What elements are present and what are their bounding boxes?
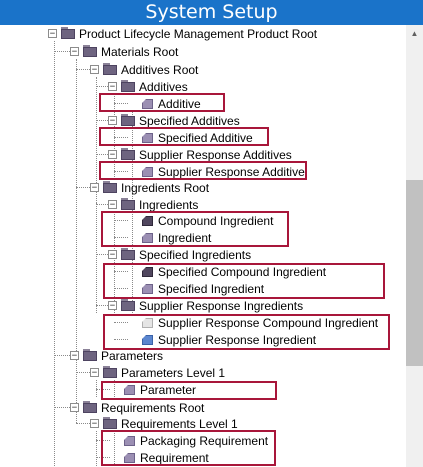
collapse-toggle-icon[interactable]: − [90, 183, 99, 193]
scroll-up-arrow-icon[interactable]: ▲ [406, 25, 423, 42]
tree-folder-node[interactable]: − Requirements Root [70, 399, 204, 416]
tree-node-label: Supplier Response Ingredients [139, 298, 304, 313]
tree-node-label: Requirements Root [101, 400, 205, 415]
tree-branch-line [76, 372, 90, 373]
scrollbar-thumb[interactable] [406, 180, 423, 366]
tree-folder-node[interactable]: − Specified Ingredients [108, 246, 251, 263]
folder-icon [121, 198, 136, 211]
collapse-toggle-icon[interactable]: − [90, 419, 99, 429]
tree-node-label: Ingredients Root [121, 180, 210, 195]
tree-branch-line [76, 187, 90, 188]
tree-branch-line [96, 154, 108, 155]
tree-guide-line [96, 203, 97, 313]
window-title: System Setup [0, 0, 423, 25]
tree-branch-line [96, 305, 108, 306]
tree-node-label: Parameters Level 1 [121, 365, 226, 380]
tree-folder-node[interactable]: − Ingredients Root [90, 179, 209, 196]
highlight-parameter [101, 381, 277, 400]
tree-branch-line [96, 204, 108, 205]
folder-icon [121, 248, 136, 261]
tree-branch-line [96, 120, 108, 121]
tree-branch-line [54, 407, 70, 408]
collapse-toggle-icon[interactable]: − [108, 301, 117, 311]
highlight-supplier-response-ingredients [103, 314, 390, 350]
folder-icon [121, 148, 136, 161]
tree-folder-node[interactable]: − Product Lifecycle Management Product Ro… [48, 25, 317, 42]
collapse-toggle-icon[interactable]: − [90, 65, 99, 75]
folder-icon [83, 401, 98, 414]
tree-node-label: Product Lifecycle Management Product Roo… [79, 26, 318, 41]
collapse-toggle-icon[interactable]: − [108, 116, 117, 126]
tree-branch-line [76, 69, 90, 70]
tree-branch-line [96, 86, 108, 87]
highlight-specified-ingredients [103, 263, 385, 299]
tree-folder-node[interactable]: − Materials Root [70, 43, 178, 60]
tree-guide-line [54, 41, 55, 467]
highlight-supplier-response-additive [99, 161, 307, 180]
folder-icon [83, 45, 98, 58]
tree-branch-line [54, 51, 70, 52]
folder-icon [103, 366, 118, 379]
highlight-ingredients [101, 211, 289, 247]
tree-branch-line [96, 254, 108, 255]
collapse-toggle-icon[interactable]: − [70, 403, 79, 413]
collapse-toggle-icon[interactable]: − [108, 200, 117, 210]
highlight-specified-additive [99, 127, 269, 146]
tree-guide-line [96, 431, 97, 467]
tree-node-label: Specified Ingredients [139, 247, 252, 262]
collapse-toggle-icon[interactable]: − [48, 29, 57, 39]
collapse-toggle-icon[interactable]: − [90, 368, 99, 378]
highlight-additive [99, 93, 225, 112]
tree-branch-line [76, 423, 90, 424]
folder-icon [121, 80, 136, 93]
folder-icon [103, 63, 118, 76]
folder-icon [103, 417, 118, 430]
highlight-requirements [101, 430, 276, 466]
tree-branch-line [54, 355, 70, 356]
tree-guide-line [76, 59, 77, 423]
folder-icon [121, 114, 136, 127]
folder-icon [103, 181, 118, 194]
tree-node-label: Materials Root [101, 44, 179, 59]
collapse-toggle-icon[interactable]: − [108, 82, 117, 92]
folder-icon [61, 27, 76, 40]
collapse-toggle-icon[interactable]: − [108, 250, 117, 260]
collapse-toggle-icon[interactable]: − [70, 351, 79, 361]
tree-node-label: Additives Root [121, 62, 199, 77]
folder-icon [121, 299, 136, 312]
folder-icon [83, 349, 98, 362]
collapse-toggle-icon[interactable]: − [70, 47, 79, 57]
tree-folder-node[interactable]: − Supplier Response Ingredients [108, 297, 303, 314]
tree-folder-node[interactable]: − Parameters Level 1 [90, 364, 225, 381]
tree-folder-node[interactable]: − Additives Root [90, 61, 198, 78]
collapse-toggle-icon[interactable]: − [108, 150, 117, 160]
